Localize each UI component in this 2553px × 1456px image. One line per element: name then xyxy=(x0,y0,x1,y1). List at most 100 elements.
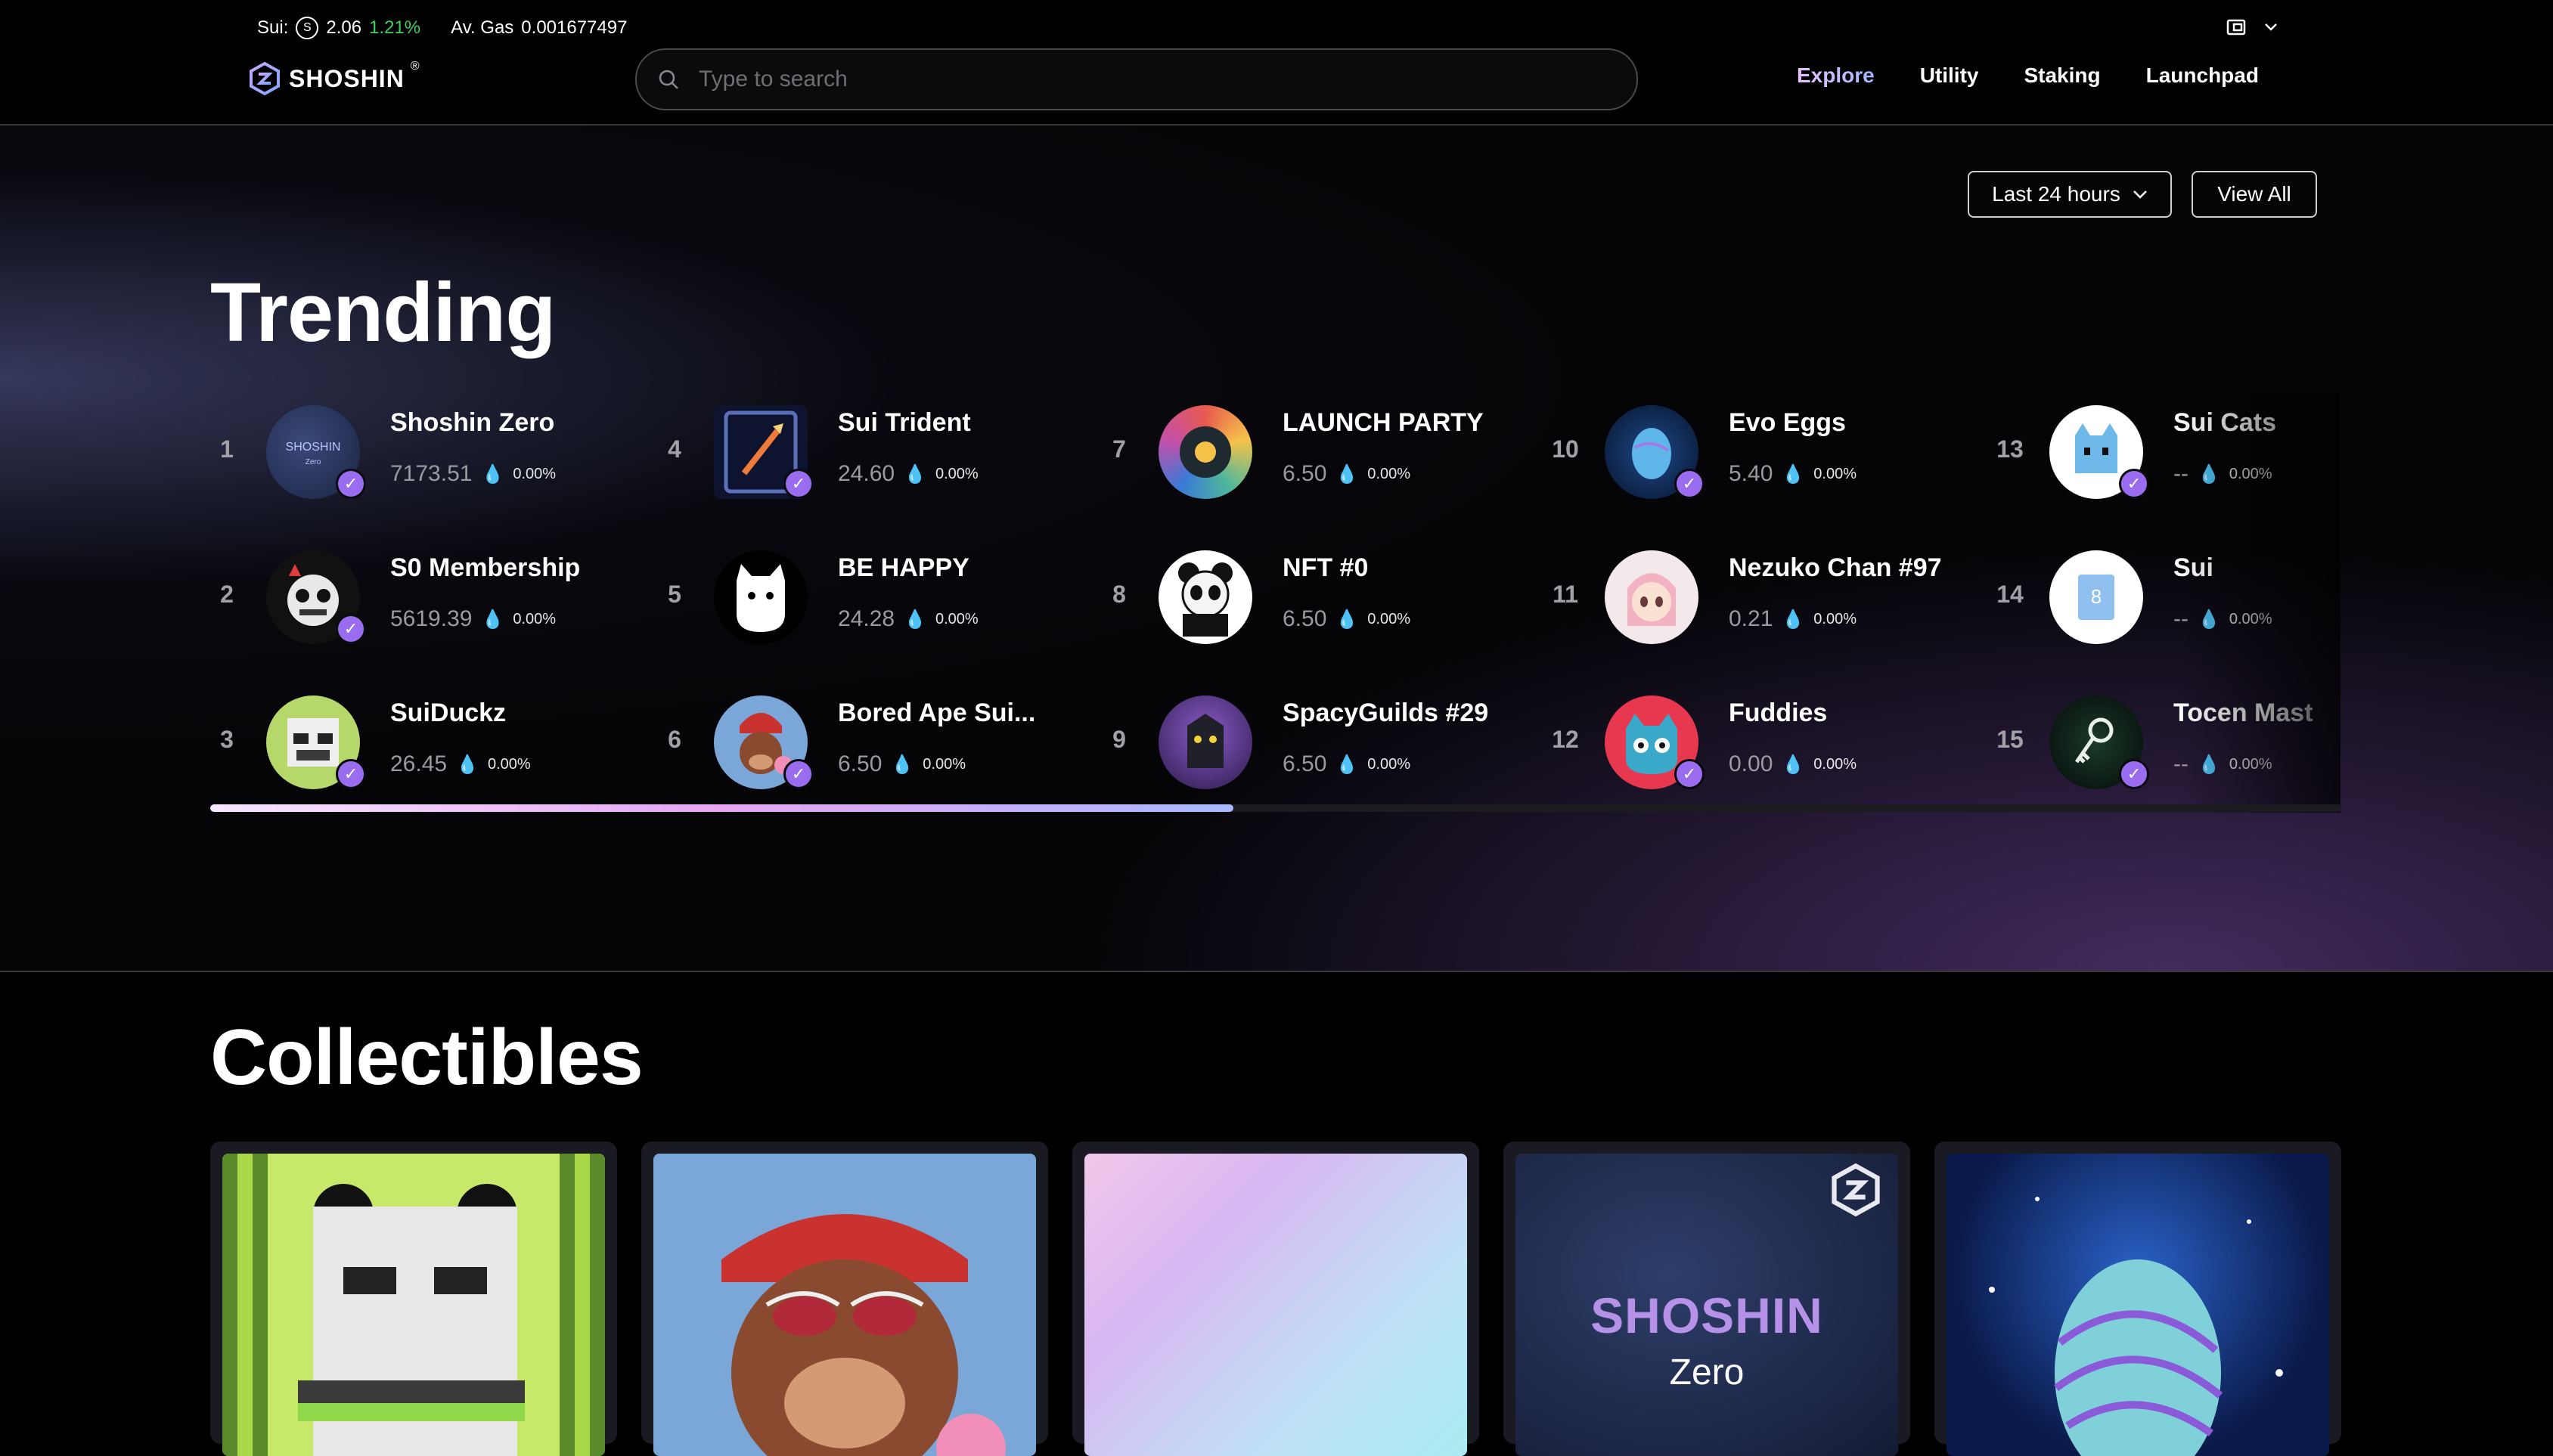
trending-item[interactable]: 3 ✓ SuiDuckz 26.45 💧 0.00% xyxy=(212,683,635,797)
collectible-card[interactable] xyxy=(1072,1142,1479,1456)
collectible-card[interactable]: SHOSHIN Zero xyxy=(1503,1142,1910,1456)
trending-rank: 6 xyxy=(668,726,681,753)
collectible-image: SHOSHIN Zero xyxy=(1515,1154,1898,1456)
trending-rank: 13 xyxy=(1996,435,2024,463)
sui-drop-icon: 💧 xyxy=(1782,754,1805,775)
floor-price: 7173.51 xyxy=(390,461,473,486)
verified-badge-icon: ✓ xyxy=(1674,469,1705,499)
sui-coin-icon: S xyxy=(296,17,319,39)
collection-stats: 5619.39 💧 0.00% xyxy=(390,606,556,632)
wallet-menu[interactable] xyxy=(2226,18,2278,36)
sui-drop-icon: 💧 xyxy=(2197,754,2220,775)
svg-text:Zero: Zero xyxy=(306,458,321,466)
collectible-image xyxy=(1947,1154,2329,1456)
sui-change: 1.21% xyxy=(369,17,421,38)
sui-drop-icon: 💧 xyxy=(456,754,479,775)
price-change: 0.00% xyxy=(513,610,557,627)
trending-item[interactable]: 8 NFT #0 6.50 💧 0.00% xyxy=(1104,538,1528,652)
card-subtitle: Zero xyxy=(1669,1352,1745,1392)
gas-value: 0.001677497 xyxy=(521,17,628,38)
search-input[interactable] xyxy=(697,66,1608,93)
trending-rank: 2 xyxy=(220,581,234,608)
floor-price: -- xyxy=(2173,606,2189,631)
nav-staking[interactable]: Staking xyxy=(2024,64,2100,88)
floor-price: 0.00 xyxy=(1729,751,1773,776)
floor-price: 24.60 xyxy=(838,461,895,486)
trending-rank: 5 xyxy=(668,581,681,608)
price-change: 0.00% xyxy=(2229,465,2272,482)
price-change: 0.00% xyxy=(513,465,557,482)
price-change: 0.00% xyxy=(2229,755,2272,773)
collectible-card[interactable] xyxy=(210,1142,617,1456)
view-all-button[interactable]: View All xyxy=(2192,171,2317,218)
collection-name: Bored Ape Sui... xyxy=(838,699,1036,727)
trending-item[interactable]: 4 ✓ Sui Trident 24.60 💧 0.00% xyxy=(659,393,1083,507)
svg-text:8: 8 xyxy=(2091,585,2102,608)
collection-avatar xyxy=(1159,695,1252,789)
collectible-card[interactable] xyxy=(1934,1142,2341,1456)
trending-item[interactable]: 7 LAUNCH PARTY 6.50 💧 0.00% xyxy=(1104,393,1528,507)
collection-name: BE HAPPY xyxy=(838,553,969,582)
verified-badge-icon: ✓ xyxy=(783,469,814,499)
shoshin-logo-icon xyxy=(250,61,280,96)
price-change: 0.00% xyxy=(935,465,979,482)
collection-stats: 5.40 💧 0.00% xyxy=(1729,461,1857,487)
collection-stats: 6.50 💧 0.00% xyxy=(838,751,966,777)
collection-avatar xyxy=(1605,550,1698,644)
sui-drop-icon: 💧 xyxy=(904,463,926,485)
trending-rank: 8 xyxy=(1112,581,1126,608)
collection-name: SpacyGuilds #29 xyxy=(1283,699,1489,727)
trending-title: Trending xyxy=(210,266,556,359)
wallet-icon xyxy=(2226,19,2246,36)
verified-badge-icon: ✓ xyxy=(336,469,366,499)
period-dropdown[interactable]: Last 24 hours xyxy=(1968,171,2172,218)
sui-drop-icon: 💧 xyxy=(1335,609,1359,630)
nav-utility[interactable]: Utility xyxy=(1920,64,1979,88)
collection-name: S0 Membership xyxy=(390,553,581,582)
registered-mark: ® xyxy=(410,60,420,73)
floor-price: 6.50 xyxy=(1283,606,1327,631)
trending-item[interactable]: 1 SHOSHIN Zero ✓ Shoshin Zero 7173.51 💧 0… xyxy=(212,393,635,507)
collection-stats: 6.50 💧 0.00% xyxy=(1283,751,1410,777)
collection-name: NFT #0 xyxy=(1283,553,1369,582)
trending-list: 1 SHOSHIN Zero ✓ Shoshin Zero 7173.51 💧 0… xyxy=(212,393,2341,801)
collectibles-title: Collectibles xyxy=(210,1014,644,1101)
svg-text:SHOSHIN: SHOSHIN xyxy=(286,441,341,454)
trending-item[interactable]: 10 ✓ Evo Eggs 5.40 💧 0.00% xyxy=(1550,393,1974,507)
collectible-image xyxy=(1084,1154,1467,1456)
floor-price: 0.21 xyxy=(1729,606,1773,631)
floor-price: 26.45 xyxy=(390,751,448,776)
trending-controls: Last 24 hours View All xyxy=(1968,171,2317,218)
sui-drop-icon: 💧 xyxy=(891,754,914,775)
floor-price: -- xyxy=(2173,461,2189,486)
nav-explore[interactable]: Explore xyxy=(1797,64,1875,88)
trending-rank: 10 xyxy=(1552,435,1579,463)
chevron-down-icon xyxy=(2133,191,2147,199)
trending-item[interactable]: 2 ✓ S0 Membership 5619.39 💧 0.00% xyxy=(212,538,635,652)
search-bar[interactable] xyxy=(635,48,1638,110)
trending-item[interactable]: 11 Nezuko Chan #97 0.21 💧 0.00% xyxy=(1550,538,1974,652)
sui-price: 2.06 xyxy=(326,17,362,38)
collection-stats: 24.28 💧 0.00% xyxy=(838,606,979,632)
sui-drop-icon: 💧 xyxy=(1335,754,1359,775)
card-title: SHOSHIN xyxy=(1590,1287,1823,1343)
sui-drop-icon: 💧 xyxy=(481,463,504,485)
floor-price: 6.50 xyxy=(1283,461,1327,486)
trending-rank: 15 xyxy=(1996,726,2024,753)
trending-item[interactable]: 12 ✓ Fuddies 0.00 💧 0.00% xyxy=(1550,683,1974,797)
shoshin-logo[interactable]: SHOSHIN ® xyxy=(247,60,420,97)
collectible-card[interactable] xyxy=(641,1142,1048,1456)
collection-name: Sui Trident xyxy=(838,408,971,437)
nav-launchpad[interactable]: Launchpad xyxy=(2146,64,2259,88)
trending-item[interactable]: 15 ✓ Tocen Mast -- 💧 0.00% xyxy=(1995,683,2418,797)
trending-item[interactable]: 5 BE HAPPY 24.28 💧 0.00% xyxy=(659,538,1083,652)
collection-name: Tocen Mast xyxy=(2173,699,2313,727)
trending-item[interactable]: 13 ✓ Sui Cats -- 💧 0.00% xyxy=(1995,393,2418,507)
trending-item[interactable]: 14 8 Sui -- 💧 0.00% xyxy=(1995,538,2418,652)
trending-item[interactable]: 6 ✓ Bored Ape Sui... 6.50 💧 0.00% xyxy=(659,683,1083,797)
collection-avatar: 8 xyxy=(2049,550,2143,644)
collectible-image xyxy=(653,1154,1036,1456)
trending-item[interactable]: 9 SpacyGuilds #29 6.50 💧 0.00% xyxy=(1104,683,1528,797)
sui-drop-icon: 💧 xyxy=(904,609,926,630)
trending-scrollbar-thumb[interactable] xyxy=(210,804,1233,812)
